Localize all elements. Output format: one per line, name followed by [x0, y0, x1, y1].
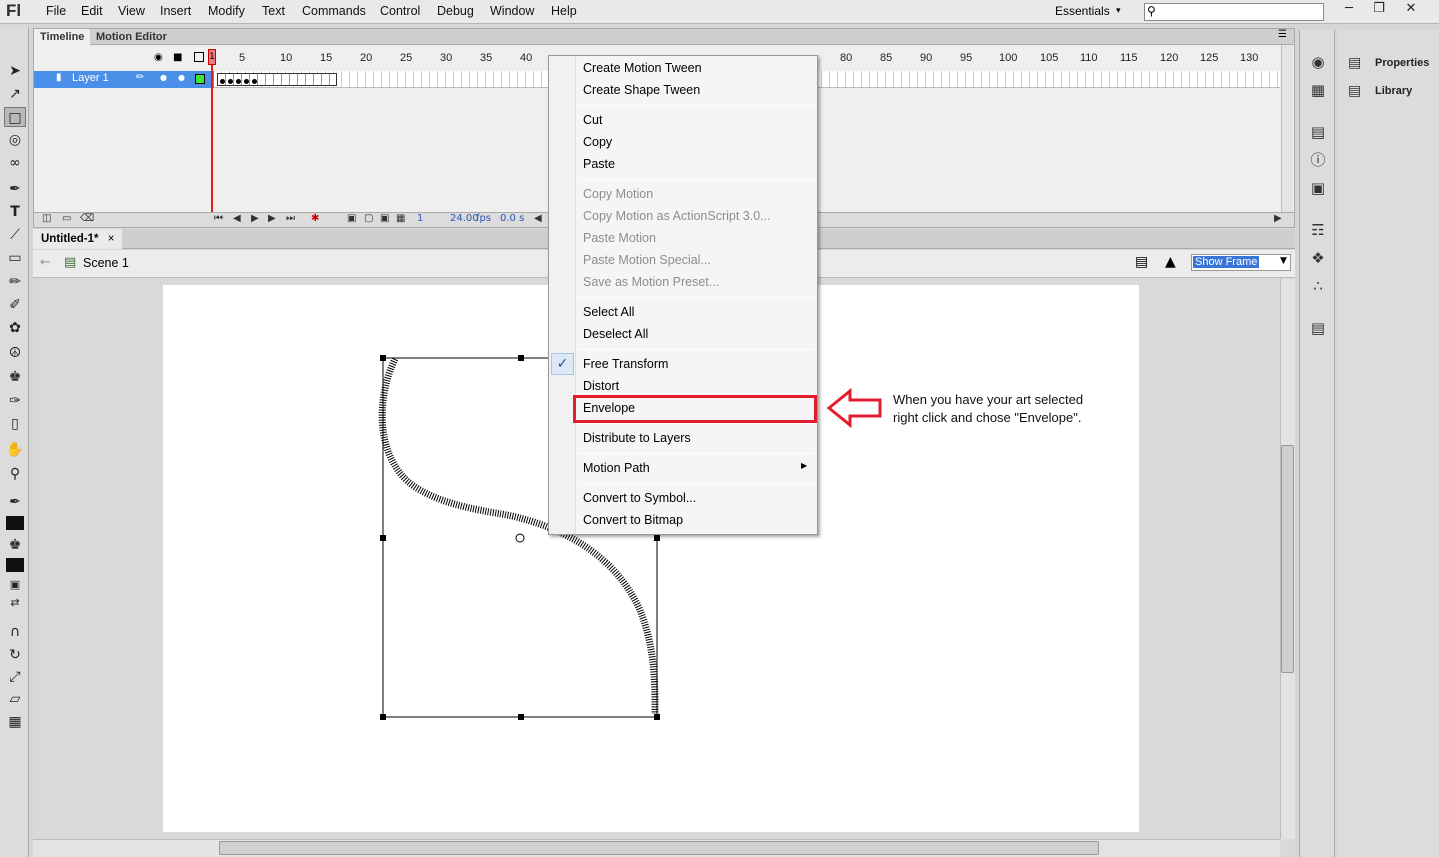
menu-item-distribute-to-layers[interactable]: Distribute to Layers — [583, 431, 691, 445]
menu-item-create-shape-tween[interactable]: Create Shape Tween — [583, 83, 700, 97]
menu-item-copy-motion: Copy Motion — [583, 187, 654, 201]
menu-separator — [579, 483, 815, 484]
menu-separator — [579, 105, 815, 106]
color-icon[interactable]: ◉ — [1308, 52, 1328, 72]
menu-separator — [579, 297, 815, 298]
annotation-text: When you have your art selected right cl… — [893, 391, 1133, 427]
align-icon[interactable]: ▤ — [1308, 122, 1328, 142]
envelope-highlight-box — [573, 395, 817, 423]
menu-item-deselect-all[interactable]: Deselect All — [583, 327, 648, 341]
context-menu-gutter — [549, 56, 576, 534]
transform-handle — [518, 355, 524, 361]
menu-separator — [579, 453, 815, 454]
menu-item-save-motion-preset: Save as Motion Preset... — [583, 275, 720, 289]
library-icon: ▤ — [1348, 83, 1362, 99]
context-menu: Create Motion Tween Create Shape Tween C… — [548, 55, 818, 535]
menu-separator — [579, 349, 815, 350]
transform-handle — [380, 535, 386, 541]
menu-separator — [579, 179, 815, 180]
properties-panel-tab[interactable]: Properties — [1375, 57, 1429, 69]
annotation-arrow-icon — [826, 388, 882, 428]
menu-item-cut[interactable]: Cut — [583, 113, 602, 127]
info-icon[interactable]: ⓘ — [1308, 150, 1328, 170]
annotation-line: When you have your art selected — [893, 392, 1084, 407]
motion-presets-icon[interactable]: ∴ — [1308, 276, 1328, 296]
menu-item-copy[interactable]: Copy — [583, 135, 612, 149]
menu-item-motion-path[interactable]: Motion Path — [583, 461, 650, 475]
panel-icon-strip: ◉ ▦ ▤ ⓘ ▣ ☶ ❖ ∴ ▤ — [1299, 30, 1335, 857]
properties-icon: ▤ — [1348, 55, 1362, 71]
transform-handle — [654, 535, 660, 541]
stage-vertical-scroll-thumb[interactable] — [1281, 445, 1294, 673]
submenu-arrow-icon: ▶ — [801, 461, 808, 470]
stage-horizontal-scroll-thumb[interactable] — [219, 841, 1099, 855]
menu-item-select-all[interactable]: Select All — [583, 305, 634, 319]
menu-item-convert-to-bitmap[interactable]: Convert to Bitmap — [583, 513, 683, 527]
transform-handle — [380, 714, 386, 720]
transform-point — [515, 533, 525, 543]
movie-explorer-icon[interactable]: ▤ — [1308, 318, 1328, 338]
transform-handle — [654, 714, 660, 720]
code-snippets-icon[interactable]: ☶ — [1308, 220, 1328, 240]
transform-handle — [380, 355, 386, 361]
transform-icon[interactable]: ▣ — [1308, 178, 1328, 198]
menu-item-paste-motion-special: Paste Motion Special... — [583, 253, 711, 267]
menu-item-distort[interactable]: Distort — [583, 379, 619, 393]
menu-item-paste-motion: Paste Motion — [583, 231, 656, 245]
menu-item-copy-motion-as: Copy Motion as ActionScript 3.0... — [583, 209, 771, 223]
menu-item-paste[interactable]: Paste — [583, 157, 615, 171]
swatches-icon[interactable]: ▦ — [1308, 80, 1328, 100]
menu-item-free-transform[interactable]: Free Transform — [583, 357, 668, 371]
components-icon[interactable]: ❖ — [1308, 248, 1328, 268]
menu-item-convert-to-symbol[interactable]: Convert to Symbol... — [583, 491, 696, 505]
annotation-line: right click and chose "Envelope". — [893, 410, 1082, 425]
checkmark-icon: ✓ — [551, 353, 574, 375]
menu-separator — [579, 423, 815, 424]
properties-library-panel: ▤ Properties ▤ Library — [1338, 30, 1439, 857]
transform-handle — [518, 714, 524, 720]
library-panel-tab[interactable]: Library — [1375, 85, 1412, 97]
menu-item-create-motion-tween[interactable]: Create Motion Tween — [583, 61, 702, 75]
